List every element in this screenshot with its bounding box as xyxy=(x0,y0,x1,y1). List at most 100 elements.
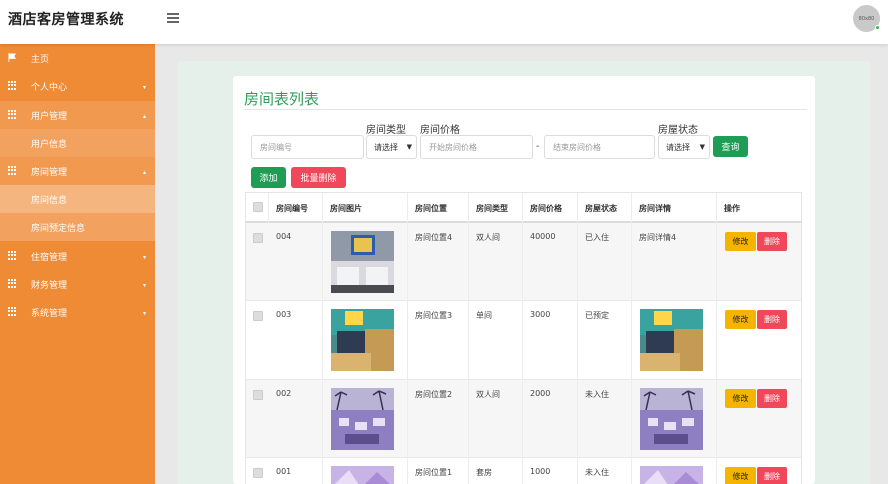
delete-button[interactable]: 删除 xyxy=(757,467,787,484)
table-row: 003 房间位置3 单间 3000 已预定 修改 删除 xyxy=(245,301,802,380)
cell-room-status: 已预定 xyxy=(578,301,632,380)
sidebar-item-label: 房间信息 xyxy=(31,195,68,206)
row-checkbox[interactable] xyxy=(253,233,263,243)
cell-room-price: 2000 xyxy=(523,380,578,458)
room-detail-photo xyxy=(640,388,703,450)
grid-icon xyxy=(8,81,17,90)
room-status-select-value: 请选择 xyxy=(666,142,690,152)
price-start-input[interactable]: 开始房间价格 xyxy=(420,135,533,159)
sidebar-item-label: 个人中心 xyxy=(31,82,68,93)
sidebar-item-home[interactable]: 主页 xyxy=(0,44,155,72)
cell-room-detail xyxy=(632,380,717,458)
chevron-up-icon: ▴ xyxy=(142,113,146,120)
edit-button[interactable]: 修改 xyxy=(725,310,756,329)
room-type-label: 房间类型 xyxy=(366,125,406,136)
grid-icon xyxy=(8,166,17,175)
query-button[interactable]: 查询 xyxy=(713,136,748,157)
sidebar-subitem-room-info[interactable]: 房间信息 xyxy=(0,185,155,213)
cell-room-status: 已入住 xyxy=(578,223,632,301)
room-status-label: 房屋状态 xyxy=(658,125,698,136)
delete-button[interactable]: 删除 xyxy=(757,310,787,329)
table-row: 001 房间位置1 套房 1000 未入住 修改 删除 xyxy=(245,458,802,484)
sidebar-item-label: 用户管理 xyxy=(31,111,68,122)
cell-room-detail xyxy=(632,458,717,484)
select-all-checkbox[interactable] xyxy=(253,202,263,212)
sidebar: 主页 个人中心 ▾ 用户管理 ▴ 用户信息 房间管理 ▴ 房间信息 房间预定信息… xyxy=(0,44,155,484)
chevron-down-icon: ▾ xyxy=(142,254,146,261)
col-room-detail: 房间详情 xyxy=(632,193,717,224)
sidebar-item-label: 住宿管理 xyxy=(31,252,68,263)
table-header: 房间编号 房间图片 房间位置 房间类型 房间价格 房屋状态 房间详情 操作 xyxy=(245,192,802,224)
page-title: 房间表列表 xyxy=(244,90,320,108)
room-photo xyxy=(331,466,394,484)
room-price-label: 房间价格 xyxy=(420,125,460,136)
sidebar-item-label: 财务管理 xyxy=(31,280,68,291)
cell-room-detail xyxy=(632,301,717,380)
room-detail-photo xyxy=(640,309,703,371)
cell-room-image xyxy=(323,380,408,458)
select-all-cell xyxy=(246,193,269,224)
room-detail-photo xyxy=(640,466,703,484)
sidebar-item-label: 房间预定信息 xyxy=(31,223,86,234)
cell-room-price: 1000 xyxy=(523,458,578,484)
top-header: 酒店客房管理系统 80x80 xyxy=(0,0,888,44)
sidebar-item-finance-management[interactable]: 财务管理 ▾ xyxy=(0,270,155,298)
delete-button[interactable]: 删除 xyxy=(757,389,787,408)
delete-button[interactable]: 删除 xyxy=(757,232,787,251)
cell-room-number: 001 xyxy=(269,458,323,484)
room-number-input[interactable]: 房间编号 xyxy=(251,135,364,159)
hamburger-menu-icon[interactable] xyxy=(167,13,179,23)
sidebar-item-label: 主页 xyxy=(31,54,50,65)
sidebar-item-system-management[interactable]: 系统管理 ▾ xyxy=(0,298,155,326)
edit-button[interactable]: 修改 xyxy=(725,389,756,408)
cell-room-type: 双人间 xyxy=(469,223,523,301)
chevron-down-icon: ▾ xyxy=(142,282,146,289)
col-room-number: 房间编号 xyxy=(269,193,323,224)
cell-room-status: 未入住 xyxy=(578,380,632,458)
cell-room-number: 003 xyxy=(269,301,323,380)
chevron-down-icon: ▼ xyxy=(406,143,412,151)
chevron-up-icon: ▴ xyxy=(142,169,146,176)
row-checkbox[interactable] xyxy=(253,390,263,400)
avatar[interactable]: 80x80 xyxy=(853,5,880,32)
sidebar-item-label: 系统管理 xyxy=(31,308,68,319)
room-photo xyxy=(331,388,394,450)
cell-room-status: 未入住 xyxy=(578,458,632,484)
sidebar-item-user-management[interactable]: 用户管理 ▴ xyxy=(0,101,155,129)
sidebar-item-personal-center[interactable]: 个人中心 ▾ xyxy=(0,72,155,100)
grid-icon xyxy=(8,307,17,316)
sidebar-subitem-room-booking[interactable]: 房间预定信息 xyxy=(0,213,155,241)
col-room-image: 房间图片 xyxy=(323,193,408,224)
cell-room-location: 房间位置4 xyxy=(408,223,469,301)
col-room-location: 房间位置 xyxy=(408,193,469,224)
grid-icon xyxy=(8,279,17,288)
cell-room-number: 004 xyxy=(269,223,323,301)
sidebar-item-lodging-management[interactable]: 住宿管理 ▾ xyxy=(0,242,155,270)
online-status-dot xyxy=(875,25,880,30)
cell-room-location: 房间位置1 xyxy=(408,458,469,484)
row-checkbox[interactable] xyxy=(253,468,263,478)
sidebar-subitem-user-info[interactable]: 用户信息 xyxy=(0,129,155,157)
price-end-input[interactable]: 结束房间价格 xyxy=(544,135,655,159)
sidebar-item-label: 房间管理 xyxy=(31,167,68,178)
price-range-separator: - xyxy=(536,141,540,152)
edit-button[interactable]: 修改 xyxy=(725,467,756,484)
cell-room-type: 双人间 xyxy=(469,380,523,458)
cell-room-location: 房间位置2 xyxy=(408,380,469,458)
sidebar-item-room-management[interactable]: 房间管理 ▴ xyxy=(0,157,155,185)
row-checkbox[interactable] xyxy=(253,311,263,321)
edit-button[interactable]: 修改 xyxy=(725,232,756,251)
room-type-select[interactable]: 请选择 ▼ xyxy=(366,135,417,159)
chevron-down-icon: ▼ xyxy=(699,143,705,151)
col-actions: 操作 xyxy=(724,204,740,213)
flag-icon xyxy=(8,53,16,62)
batch-delete-button[interactable]: 批量删除 xyxy=(291,167,346,188)
grid-icon xyxy=(8,110,17,119)
title-divider xyxy=(244,109,807,110)
room-status-select[interactable]: 请选择 ▼ xyxy=(658,135,710,159)
cell-actions: 修改 删除 xyxy=(717,223,803,301)
cell-actions: 修改 删除 xyxy=(717,301,803,380)
room-photo xyxy=(331,309,394,371)
cell-room-type: 单间 xyxy=(469,301,523,380)
add-button[interactable]: 添加 xyxy=(251,167,286,188)
